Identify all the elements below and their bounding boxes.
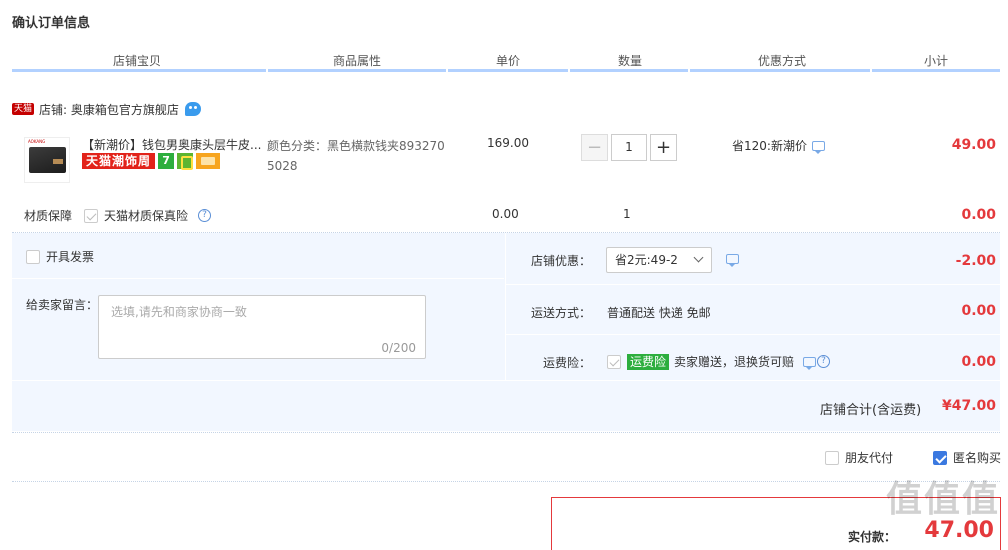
decrease-quantity-button[interactable]: − [581, 134, 608, 161]
insurance-price: 0.00 [492, 207, 519, 221]
promotion-text: 省120:新潮价 [732, 139, 807, 153]
column-header-unit-price: 单价 [495, 54, 520, 68]
shop-discount-amount: -2.00 [955, 253, 996, 269]
shipping-insurance-checkbox[interactable] [607, 354, 621, 369]
invoice-label: 开具发票 [46, 250, 95, 264]
column-header-discount: 优惠方式 [757, 54, 806, 68]
shipping-insurance-label: 运费险： [543, 356, 592, 370]
credit-card-icon [196, 153, 221, 169]
anonymous-purchase-option: 匿名购买 [933, 449, 1001, 466]
quantity-input[interactable]: 1 [611, 134, 647, 161]
shop-name-link[interactable]: 店铺: 奥康箱包官方旗舰店 [39, 101, 179, 118]
shop-discount-select[interactable]: 省2元:49-2 [606, 247, 712, 273]
panel-divider [506, 284, 1000, 285]
shipping-insurance-option: 运费险 卖家赠送，退换货可赔 ? [607, 353, 831, 370]
guarantee-icon [177, 153, 194, 170]
shop-total-amount: ¥47.00 [941, 398, 996, 414]
insurance-quantity: 1 [623, 207, 631, 221]
item-subtotal: 49.00 [951, 137, 996, 153]
campaign-tag: 天猫潮饰周 [82, 153, 156, 169]
product-property: 颜色分类：黑色横款钱夹8932705028 [267, 139, 445, 173]
wangwang-chat-icon[interactable] [184, 102, 201, 116]
insurance-checkbox[interactable] [84, 208, 99, 223]
page-title: 确认订单信息 [12, 16, 91, 31]
quantity-stepper: − 1 + [581, 134, 677, 161]
insurance-label: 材质保障 [24, 209, 73, 223]
column-header-quantity: 数量 [617, 54, 642, 68]
friend-pay-option: 朋友代付 [825, 449, 893, 466]
invoice-checkbox[interactable] [26, 249, 40, 264]
help-icon[interactable]: ? [198, 209, 212, 222]
insurance-option: 天猫材质保真险 [104, 209, 189, 223]
product-title-link[interactable]: 【新潮价】钱包男奥康头层牛皮... [82, 136, 262, 153]
seven-day-return-icon: 7 [158, 153, 175, 169]
discount-message-icon[interactable] [726, 254, 739, 267]
divider [12, 481, 1000, 482]
site-watermark: 值值值 [885, 479, 1000, 520]
item-promotion: 省120:新潮价 [732, 137, 825, 154]
payment-total: 47.00 [924, 518, 994, 543]
shipping-insurance-amount: 0.00 [961, 354, 996, 370]
friend-pay-checkbox[interactable] [825, 450, 839, 465]
shipping-method: 普通配送 快递 免邮 [607, 306, 711, 320]
header-divider [12, 69, 1000, 72]
shop-discount-label: 店铺优惠： [531, 254, 592, 268]
anonymous-purchase-label: 匿名购买 [953, 451, 1002, 465]
insurance-row: 材质保障 天猫材质保真险 ? [24, 207, 212, 224]
column-header-attributes: 商品属性 [332, 54, 381, 68]
divider [12, 432, 1000, 433]
message-label: 给卖家留言： [26, 298, 99, 312]
shipping-label: 运送方式： [531, 306, 592, 320]
payment-label: 实付款： [848, 530, 897, 544]
panel-divider [506, 334, 1000, 335]
increase-quantity-button[interactable]: + [650, 134, 677, 161]
insurance-subtotal: 0.00 [961, 207, 996, 223]
panel-divider [12, 380, 1000, 381]
friend-pay-label: 朋友代付 [845, 451, 894, 465]
panel-divider [12, 278, 504, 279]
thumbnail-brand-text: AOKANG [28, 139, 46, 144]
shipping-amount: 0.00 [961, 303, 996, 319]
shop-discount-selected: 省2元:49-2 [615, 253, 678, 267]
shipping-insurance-message-icon[interactable] [803, 356, 817, 370]
chevron-down-icon [693, 252, 704, 263]
anonymous-purchase-checkbox[interactable] [933, 450, 947, 465]
message-placeholder: 选填,请先和商家协商一致 [111, 305, 247, 319]
wallet-image [29, 147, 66, 173]
product-badges: 天猫潮饰周 7 [82, 152, 221, 170]
invoice-option: 开具发票 [26, 248, 94, 265]
product-thumbnail[interactable]: AOKANG [24, 137, 70, 183]
message-char-count: 0/200 [381, 341, 416, 355]
shipping-insurance-desc: 卖家赠送，退换货可赔 [674, 355, 795, 369]
unit-price: 169.00 [487, 136, 529, 150]
seller-message-input[interactable]: 选填,请先和商家协商一致 0/200 [98, 295, 426, 359]
tmall-badge: 天猫 [12, 103, 35, 115]
shop-row: 天猫 店铺: 奥康箱包官方旗舰店 [12, 100, 201, 118]
column-header-shop-item: 店铺宝贝 [112, 54, 161, 68]
column-header-subtotal: 小计 [923, 54, 948, 68]
promotion-message-icon[interactable] [811, 140, 825, 154]
shop-total-label: 店铺合计(含运费) [820, 403, 922, 418]
shipping-insurance-tag: 运费险 [627, 353, 670, 370]
panel-divider [505, 233, 506, 380]
help-icon[interactable]: ? [817, 355, 831, 368]
